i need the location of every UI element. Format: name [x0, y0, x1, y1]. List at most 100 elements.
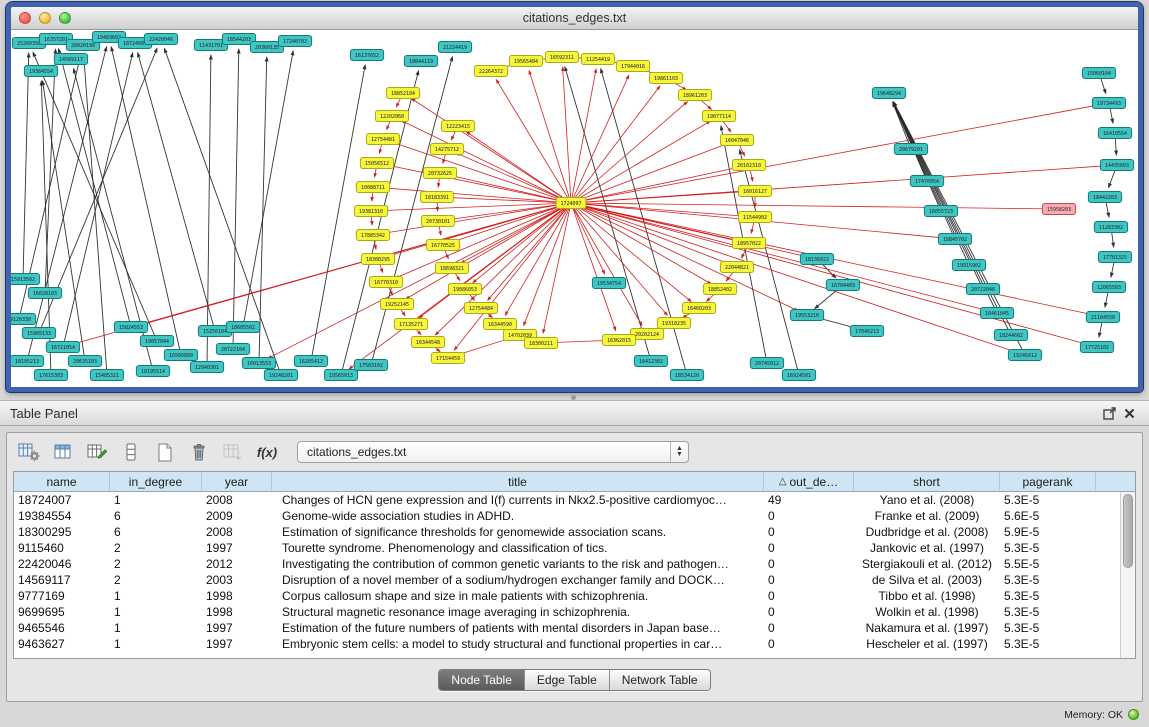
column-header-title[interactable]: title [272, 472, 764, 491]
graph-node[interactable]: 16362015 [602, 335, 635, 346]
graph-node[interactable]: 12940301 [190, 362, 223, 373]
graph-node[interactable]: 12202060 [375, 111, 408, 122]
graph-node[interactable]: 17725102 [1080, 342, 1113, 353]
graph-node[interactable]: 10088711 [356, 182, 389, 193]
graph-node[interactable]: 16460203 [682, 303, 715, 314]
graph-node[interactable]: 22264372 [474, 66, 507, 77]
tab-node-table[interactable]: Node Table [439, 670, 525, 690]
graph-node[interactable]: 16344590 [483, 319, 516, 330]
graph-node[interactable]: 15905133 [22, 328, 55, 339]
graph-node[interactable]: 16704403 [826, 280, 859, 291]
graph-node[interactable]: 14275712 [430, 144, 463, 155]
create-column-icon[interactable] [151, 439, 179, 465]
function-builder-icon[interactable]: f(x) [253, 439, 281, 465]
column-header-pagerank[interactable]: pagerank [1000, 472, 1096, 491]
graph-node[interactable]: 19077114 [702, 111, 735, 122]
table-row[interactable]: 1872400712008Changes of HCN gene express… [14, 492, 1120, 508]
graph-node[interactable]: 18044119 [404, 56, 437, 67]
graph-node[interactable]: 15060104 [1082, 68, 1115, 79]
graph-node[interactable]: 16013553 [242, 358, 275, 369]
graph-node[interactable]: 15056512 [360, 158, 393, 169]
graph-node[interactable]: 19534754 [592, 278, 625, 289]
column-header-in_degree[interactable]: in_degree [110, 472, 202, 491]
import-table-icon[interactable] [219, 439, 247, 465]
graph-node[interactable]: 12754481 [366, 134, 399, 145]
scrollbar-thumb[interactable] [1123, 494, 1133, 568]
tab-edge-table[interactable]: Edge Table [525, 670, 610, 690]
float-panel-icon[interactable] [1099, 404, 1119, 422]
close-panel-icon[interactable] [1119, 404, 1139, 422]
graph-node[interactable]: 19310235 [657, 318, 690, 329]
graph-node[interactable]: 16205412 [294, 356, 327, 367]
graph-node[interactable]: 18244602 [994, 330, 1027, 341]
graph-node[interactable]: 20730101 [421, 216, 454, 227]
graph-node[interactable]: 14435603 [1100, 160, 1133, 171]
graph-node[interactable]: 19648294 [872, 88, 905, 99]
graph-node[interactable]: 18852104 [386, 88, 419, 99]
graph-node[interactable]: 15824553 [114, 322, 147, 333]
edit-table-icon[interactable] [83, 439, 111, 465]
graph-node[interactable]: 16412302 [634, 356, 667, 367]
graph-node[interactable]: 16055723 [924, 206, 957, 217]
graph-node[interactable]: 18195213 [11, 356, 44, 367]
table-row[interactable]: 2242004622012Investigating the contribut… [14, 556, 1120, 572]
graph-node[interactable]: 17885342 [356, 230, 389, 241]
graph-node[interactable]: 12065503 [1092, 282, 1125, 293]
table-row[interactable]: 977716911998Corpus callosum shape and si… [14, 588, 1120, 604]
table-row[interactable]: 969969511998Structural magnetic resonanc… [14, 604, 1120, 620]
graph-node[interactable]: 16410554 [1098, 128, 1131, 139]
graph-node[interactable]: 20635103 [68, 356, 101, 367]
column-header-name[interactable]: name [14, 472, 110, 491]
graph-node[interactable]: 16770525 [426, 240, 459, 251]
table-row[interactable]: 1456911722003Disruption of a novel membe… [14, 572, 1120, 588]
zoom-window-icon[interactable] [59, 12, 71, 24]
graph-node[interactable]: 19734493 [1092, 98, 1125, 109]
graph-node[interactable]: 15913502 [11, 274, 40, 285]
graph-node[interactable]: 11254419 [581, 54, 614, 65]
graph-node[interactable]: 1724097 [556, 198, 586, 209]
graph-node[interactable]: 18534120 [670, 370, 703, 381]
graph-node[interactable]: 18845702 [938, 234, 971, 245]
graph-node[interactable]: 17503102 [354, 360, 387, 371]
graph-node[interactable]: 18300295 [361, 254, 394, 265]
graph-node[interactable]: 20722046 [966, 284, 999, 295]
column-header-short[interactable]: short [854, 472, 1000, 491]
graph-node[interactable]: 14569117 [54, 54, 87, 65]
graph-node[interactable]: 20722104 [216, 344, 249, 355]
column-header-year[interactable]: year [202, 472, 272, 491]
table-row[interactable]: 911546021997Tourette syndrome. Phenomeno… [14, 540, 1120, 556]
graph-node[interactable]: 16137652 [350, 50, 383, 61]
graph-node[interactable]: 18195514 [136, 366, 169, 377]
graph-node[interactable]: 19245012 [1008, 350, 1041, 361]
table-mode-icon[interactable] [15, 439, 43, 465]
graph-node[interactable]: 20745012 [750, 358, 783, 369]
vertical-scrollbar[interactable] [1120, 492, 1135, 658]
graph-node[interactable]: 20679201 [894, 144, 927, 155]
graph-node[interactable]: 19915902 [952, 260, 985, 271]
graph-node[interactable]: 19553210 [790, 310, 823, 321]
column-header-out_de[interactable]: △out_de… [764, 472, 854, 491]
graph-node[interactable]: 19565404 [509, 56, 542, 67]
table-selector-dropdown[interactable]: citations_edges.txt ▲▼ [297, 441, 689, 463]
graph-node[interactable]: 17154459 [431, 353, 464, 364]
table-row[interactable]: 946554611997Estimation of the future num… [14, 620, 1120, 636]
graph-node[interactable]: 15485321 [90, 370, 123, 381]
graph-node[interactable]: 12223415 [441, 121, 474, 132]
graph-node[interactable]: 17240702 [278, 36, 311, 47]
graph-node[interactable]: 18300211 [524, 338, 557, 349]
tab-network-table[interactable]: Network Table [610, 670, 710, 690]
graph-node[interactable]: 16566899 [164, 350, 197, 361]
graph-node[interactable]: 18136022 [800, 254, 833, 265]
show-columns-icon[interactable] [49, 439, 77, 465]
graph-node[interactable]: 18183391 [420, 192, 453, 203]
graph-node[interactable]: 17470954 [910, 176, 943, 187]
network-graph[interactable]: 1724097 18852104 12202060 12754481 15056512 1… [11, 31, 1138, 387]
row-view-icon[interactable] [117, 439, 145, 465]
table-row[interactable]: 1830029562008Estimation of significance … [14, 524, 1120, 540]
graph-node[interactable]: 19248201 [264, 370, 297, 381]
table-row[interactable]: 946362711997Embryonic stem cells: a mode… [14, 636, 1120, 652]
graph-node[interactable]: 19384554 [24, 66, 57, 77]
graph-node[interactable]: 18442203 [1088, 192, 1121, 203]
graph-node[interactable]: 20732625 [423, 168, 456, 179]
graph-node[interactable]: 11283302 [1094, 222, 1127, 233]
